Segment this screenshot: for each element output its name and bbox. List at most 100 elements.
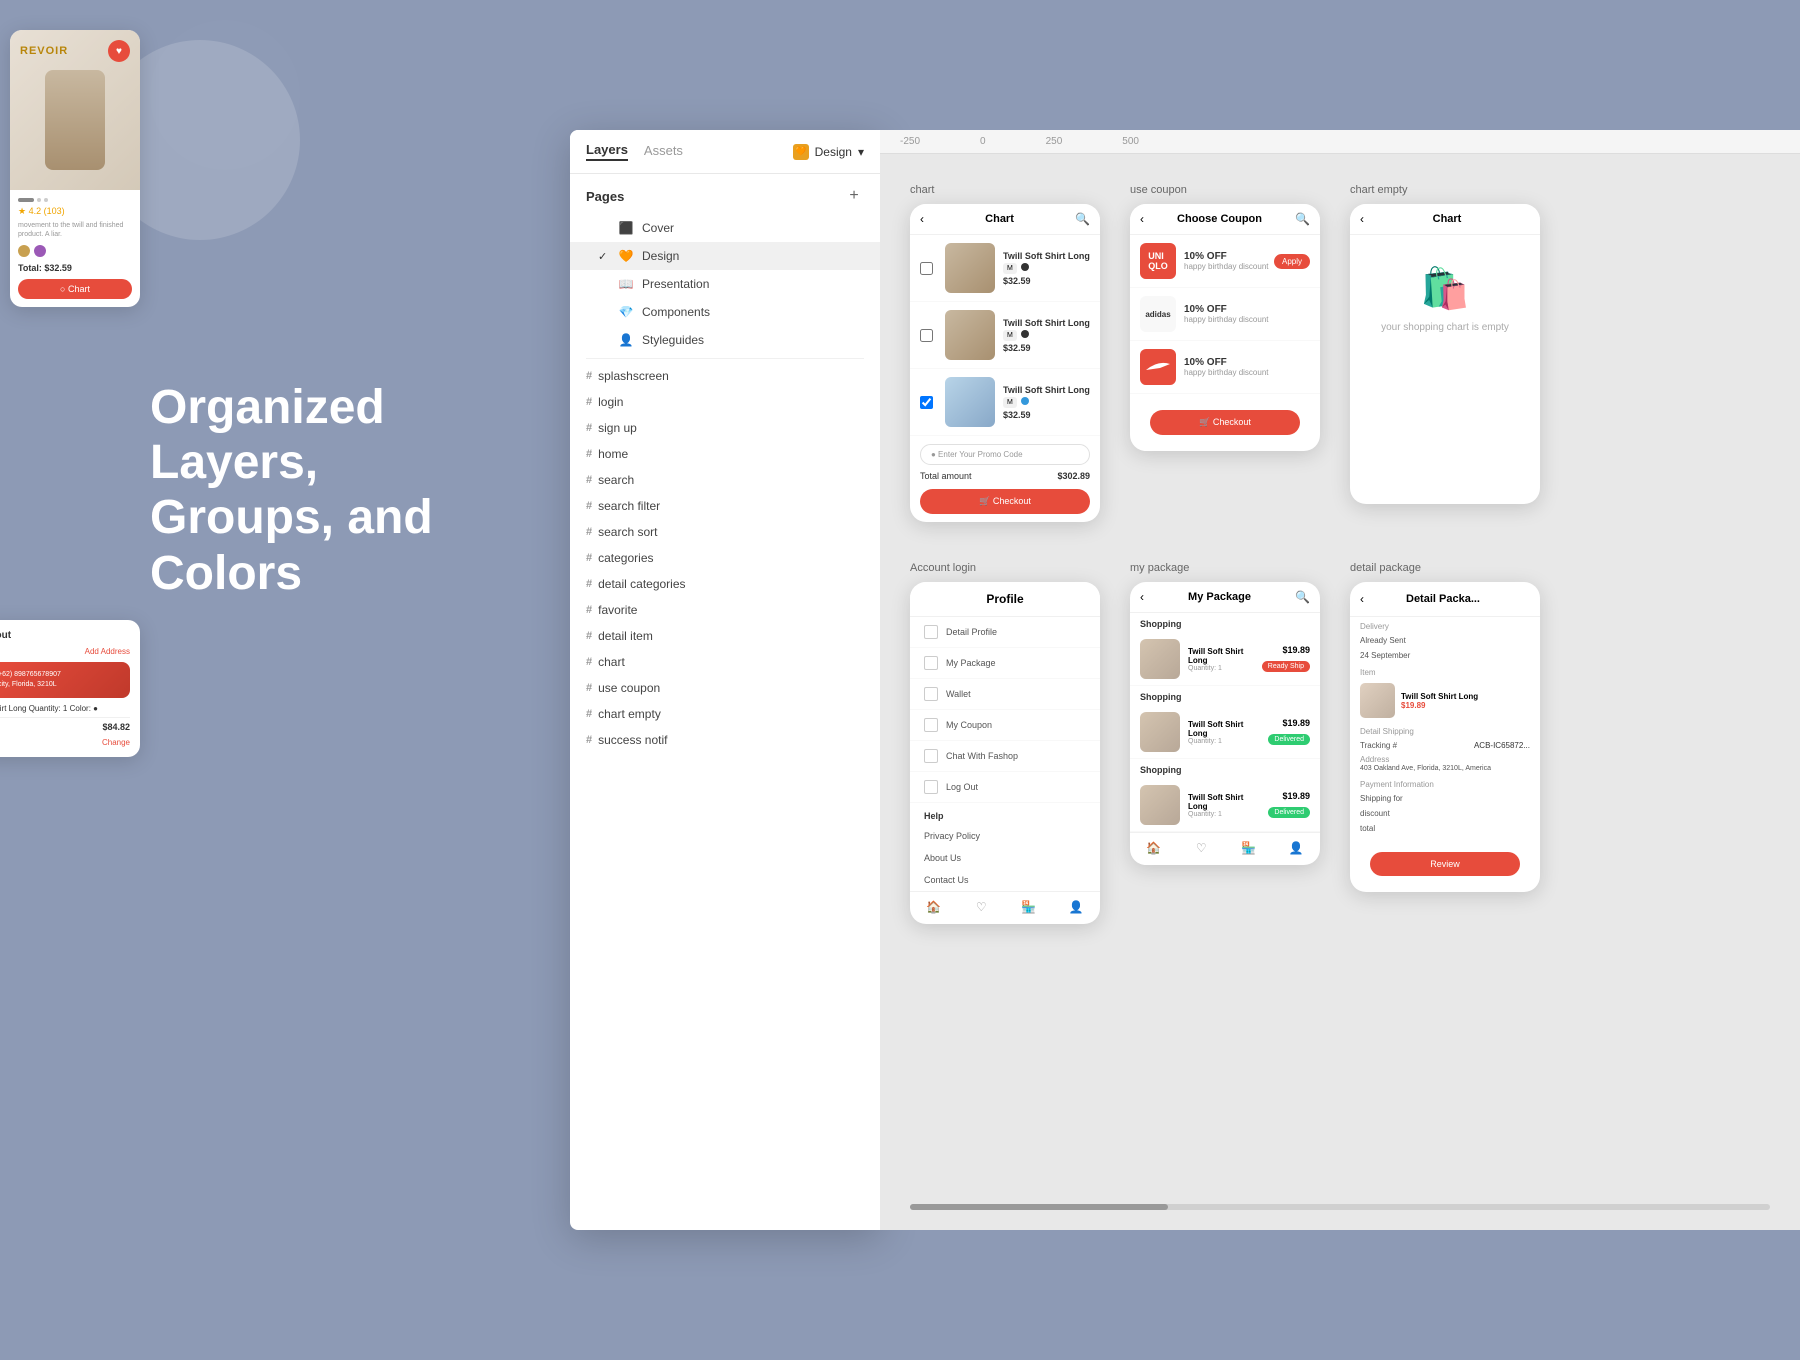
pkg-nav-profile[interactable]: 👤 — [1273, 833, 1321, 865]
delivery-section: Delivery — [1350, 617, 1540, 633]
tab-assets[interactable]: Assets — [644, 143, 683, 160]
apply-button-uniqlo[interactable]: Apply — [1274, 254, 1310, 269]
menu-my-package[interactable]: My Package — [910, 648, 1100, 679]
add-address-link[interactable]: Add Address — [0, 647, 130, 656]
layer-use-coupon[interactable]: # use coupon — [570, 675, 880, 701]
chart-checkbox-3[interactable] — [920, 396, 933, 409]
back-icon-empty[interactable]: ‹ — [1360, 212, 1364, 226]
checkout-button-chart[interactable]: 🛒 Checkout — [920, 489, 1090, 514]
product-price: Total: $32.59 — [18, 263, 132, 273]
back-icon[interactable]: ‹ — [920, 212, 924, 226]
layer-favorite[interactable]: # favorite — [570, 597, 880, 623]
search-icon[interactable]: 🔍 — [1075, 212, 1090, 226]
page-item-styleguides[interactable]: 👤 Styleguides — [570, 326, 880, 354]
swatch-purple[interactable] — [34, 245, 46, 257]
status-btn-3[interactable]: Delivered — [1268, 807, 1310, 818]
page-item-cover[interactable]: ⬛ Cover — [570, 214, 880, 242]
menu-wallet[interactable]: Wallet — [910, 679, 1100, 710]
status-btn-1[interactable]: Ready Ship — [1262, 661, 1310, 672]
chart-checkbox-1[interactable] — [920, 262, 933, 275]
account-login-label: Account login — [910, 562, 1100, 574]
menu-chat[interactable]: Chat With Fashop — [910, 741, 1100, 772]
layer-detail-categories[interactable]: # detail categories — [570, 571, 880, 597]
nav-favorite[interactable]: ♡ — [958, 892, 1006, 924]
swatch-gold[interactable] — [18, 245, 30, 257]
layer-signup[interactable]: # sign up — [570, 415, 880, 441]
checkout-button-coupon[interactable]: 🛒 Checkout — [1150, 410, 1300, 435]
chart-empty-header: ‹ Chart — [1350, 204, 1540, 235]
coupon-title: Choose Coupon — [1177, 213, 1262, 225]
change-link[interactable]: Change — [0, 738, 130, 747]
layer-search-sort[interactable]: # search sort — [570, 519, 880, 545]
product-figure — [45, 70, 105, 170]
back-icon-coupon[interactable]: ‹ — [1140, 212, 1144, 226]
color-dot — [1021, 263, 1029, 271]
layer-chart[interactable]: # chart — [570, 649, 880, 675]
use-coupon-frame: use coupon ‹ Choose Coupon 🔍 UNIQLO 10% … — [1130, 184, 1320, 522]
menu-detail-profile[interactable]: Detail Profile — [910, 617, 1100, 648]
address-box: +62) 898765678907 city, Florida, 3210L — [0, 662, 130, 698]
footer-contact[interactable]: Contact Us — [910, 869, 1100, 891]
empty-state: 🛍️ your shopping chart is empty — [1350, 235, 1540, 363]
search-icon-coupon[interactable]: 🔍 — [1295, 212, 1310, 226]
detail-address-row: Address 403 Oakland Ave, Florida, 3210L,… — [1350, 753, 1540, 775]
chart-checkbox-2[interactable] — [920, 329, 933, 342]
layer-home[interactable]: # home — [570, 441, 880, 467]
pkg-nav-favorite[interactable]: ♡ — [1178, 833, 1226, 865]
chart-empty-phone: ‹ Chart 🛍️ your shopping chart is empty — [1350, 204, 1540, 504]
checkout-title: kout — [0, 630, 130, 641]
canvas-scrollbar-track[interactable] — [910, 1204, 1770, 1210]
pkg-section-shopping3: Shopping — [1130, 759, 1320, 779]
nav-profile[interactable]: 👤 — [1053, 892, 1101, 924]
layer-success-notif[interactable]: # success notif — [570, 727, 880, 753]
product-description: movement to the twill and finished produ… — [18, 221, 132, 239]
chat-icon — [924, 749, 938, 763]
menu-my-coupon[interactable]: My Coupon — [910, 710, 1100, 741]
canvas-scrollbar-thumb[interactable] — [910, 1204, 1168, 1210]
page-item-design[interactable]: ✓ 🧡 Design — [570, 242, 880, 270]
footer-about[interactable]: About Us — [910, 847, 1100, 869]
search-icon-pkg[interactable]: 🔍 — [1295, 590, 1310, 604]
canvas-ruler: -250 0 250 500 — [880, 130, 1800, 154]
layer-splashscreen[interactable]: # splashscreen — [570, 363, 880, 389]
page-item-components[interactable]: 💎 Components — [570, 298, 880, 326]
pkg-image-2 — [1140, 712, 1180, 752]
chart-empty-label: chart empty — [1350, 184, 1540, 196]
payment-section: Payment Information — [1350, 775, 1540, 791]
brand-label: REVOIR — [20, 45, 68, 57]
add-to-chart-button[interactable]: ○ Chart — [18, 279, 132, 299]
chart-bottom: ● Enter Your Promo Code Total amount $30… — [910, 436, 1100, 522]
layer-chart-empty[interactable]: # chart empty — [570, 701, 880, 727]
hero-text-block: Organized Layers, Groups, and Colors — [150, 380, 530, 601]
status-btn-2[interactable]: Delivered — [1268, 734, 1310, 745]
nav-shop[interactable]: 🏪 — [1005, 892, 1053, 924]
back-icon-pkg[interactable]: ‹ — [1140, 590, 1144, 604]
pkg-section-shopping: Shopping — [1130, 613, 1320, 633]
size-badge-2: M — [1003, 330, 1017, 341]
add-page-button[interactable]: + — [844, 186, 864, 206]
review-button[interactable]: Review — [1370, 852, 1520, 876]
pkg-nav-shop[interactable]: 🏪 — [1225, 833, 1273, 865]
menu-logout[interactable]: Log Out — [910, 772, 1100, 803]
nike-swoosh-icon — [1146, 362, 1170, 372]
page-item-presentation[interactable]: 📖 Presentation — [570, 270, 880, 298]
chart-item-image-3 — [945, 377, 995, 427]
chart-item-image-1 — [945, 243, 995, 293]
package-icon — [924, 656, 938, 670]
tab-layers[interactable]: Layers — [586, 142, 628, 161]
layer-search[interactable]: # search — [570, 467, 880, 493]
carousel-dots — [18, 198, 132, 202]
pages-list: ⬛ Cover ✓ 🧡 Design 📖 Presentation 💎 Comp… — [570, 214, 880, 1230]
payment-total: total — [1350, 821, 1540, 836]
pkg-nav-home[interactable]: 🏠 — [1130, 833, 1178, 865]
heart-button[interactable]: ♥ — [108, 40, 130, 62]
footer-privacy[interactable]: Privacy Policy — [910, 825, 1100, 847]
layer-detail-item[interactable]: # detail item — [570, 623, 880, 649]
use-coupon-frame-label: use coupon — [1130, 184, 1320, 196]
back-icon-detail[interactable]: ‹ — [1360, 592, 1364, 606]
layer-login[interactable]: # login — [570, 389, 880, 415]
layer-search-filter[interactable]: # search filter — [570, 493, 880, 519]
layer-categories[interactable]: # categories — [570, 545, 880, 571]
nav-home[interactable]: 🏠 — [910, 892, 958, 924]
color-dot-3 — [1021, 397, 1029, 405]
